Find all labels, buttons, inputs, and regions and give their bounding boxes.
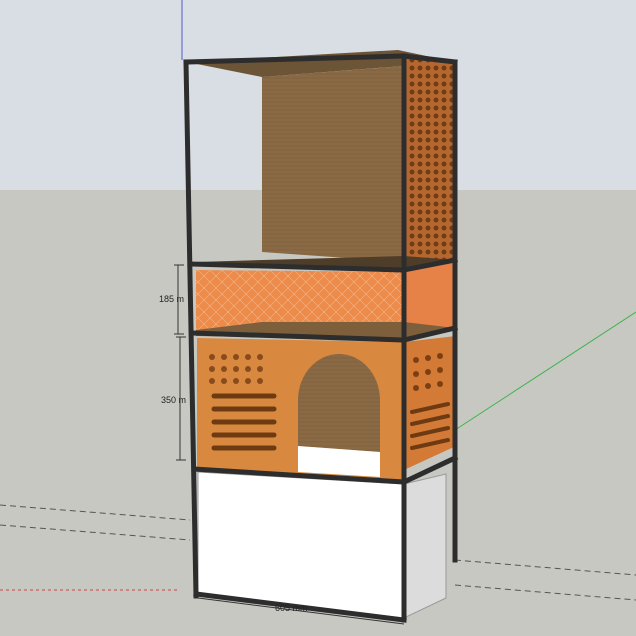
right-perforated-panel [404, 58, 456, 265]
arch-doorway [298, 354, 380, 452]
dimension-label-605: 605 mm [275, 603, 308, 613]
dimension-label-185: 185 m [159, 294, 184, 304]
back-plywood-panel [262, 66, 404, 262]
dimension-label-350: 350 m [161, 395, 186, 405]
scene-canvas[interactable]: 185 m 350 m 605 mm [0, 0, 636, 636]
bottom-white-box-side [403, 473, 447, 619]
modeling-viewport[interactable]: 185 m 350 m 605 mm [0, 0, 636, 636]
